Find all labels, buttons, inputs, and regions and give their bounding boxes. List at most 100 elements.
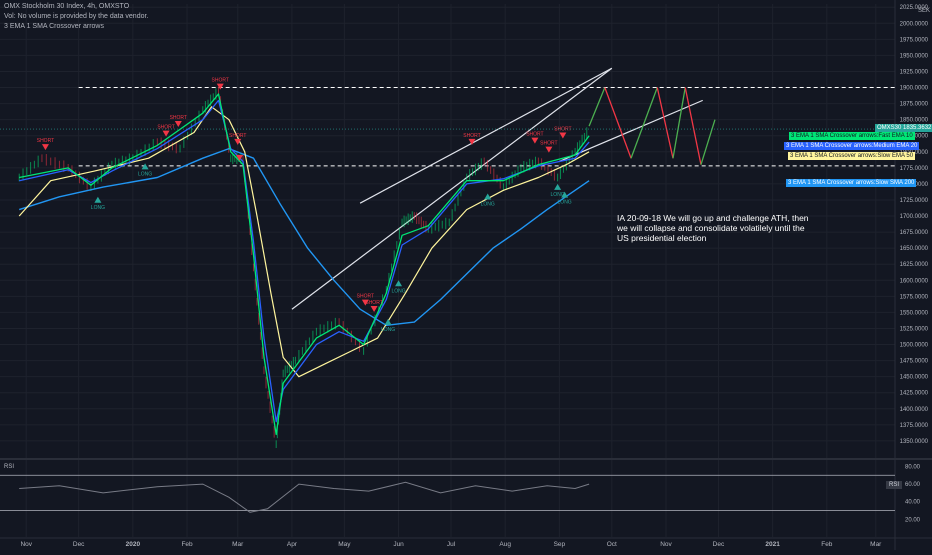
- y-tick-label: 1875.0000: [900, 102, 929, 108]
- buy-arrow: [384, 318, 392, 325]
- sell-label: SHORT: [170, 115, 187, 121]
- x-tick-label: Dec: [713, 541, 725, 548]
- y-tick-label: 1850.0000: [900, 118, 929, 124]
- sell-arrow: [531, 137, 539, 144]
- sell-label: SHORT: [365, 300, 382, 306]
- x-tick-label: Jun: [393, 541, 404, 548]
- channel-trend-line: [291, 67, 613, 310]
- x-tick-label: Dec: [73, 541, 85, 548]
- sell-label: SHORT: [229, 133, 246, 139]
- current-price-value: 1835.3632: [903, 125, 932, 131]
- rsi-tick-label: 20.00: [905, 517, 921, 523]
- legend-slow-ema: 3 EMA 1 SMA Crossover arrows:Slow EMA 50: [788, 152, 916, 160]
- buy-signal: LONG: [381, 318, 395, 333]
- projection-segment: [672, 87, 686, 159]
- rsi-badge: RSI: [886, 481, 903, 489]
- y-tick-label: 1550.0000: [900, 310, 929, 316]
- projection-segment: [684, 87, 702, 165]
- x-tick-label: Sep: [554, 541, 566, 548]
- y-tick-label: 1500.0000: [900, 343, 929, 349]
- y-tick-label: 1950.0000: [900, 53, 929, 59]
- sell-signal: SHORT: [37, 138, 54, 151]
- x-tick-label: Oct: [607, 541, 617, 548]
- buy-label: LONG: [391, 288, 405, 294]
- grid-lines: [0, 4, 895, 537]
- x-tick-label: May: [338, 541, 351, 548]
- sell-arrow: [41, 144, 49, 151]
- x-tick-label: Feb: [181, 541, 193, 548]
- y-tick-label: 1475.0000: [900, 359, 929, 365]
- y-tick-label: 1900.0000: [900, 86, 929, 92]
- sell-signal: SHORT: [229, 133, 246, 145]
- y-tick-label: 1700.0000: [900, 214, 929, 220]
- x-tick-label: Aug: [499, 541, 511, 548]
- price-candles: [18, 86, 588, 449]
- y-tick-label: 1400.0000: [900, 407, 929, 413]
- buy-arrow: [554, 183, 562, 190]
- sell-signal: SHORT: [463, 133, 481, 145]
- buy-label: LONG: [558, 200, 572, 206]
- x-tick-label: Nov: [20, 541, 32, 548]
- sell-label: SHORT: [37, 138, 54, 144]
- buy-label: LONG: [91, 205, 105, 211]
- buy-label: LONG: [381, 327, 395, 333]
- sell-arrow: [370, 306, 378, 312]
- y-tick-label: 1450.0000: [900, 375, 929, 381]
- legend-slow-sma: 3 EMA 1 SMA Crossover arrows:Slow SMA 20…: [786, 179, 917, 187]
- rsi-tick-label: 40.00: [905, 500, 921, 506]
- volume-note: Vol: No volume is provided by the data v…: [4, 13, 149, 20]
- rsi-tick-label: 80.00: [905, 464, 921, 470]
- sell-signal: SHORT: [554, 127, 572, 139]
- y-tick-label: 1675.0000: [900, 230, 929, 236]
- buy-arrow: [484, 193, 492, 200]
- y-axis-ticks: SEK2025.00002000.00001975.00001950.00001…: [900, 5, 930, 445]
- y-tick-label: 1600.0000: [900, 278, 929, 284]
- y-tick-label: 2025.0000: [900, 5, 929, 11]
- analysis-annotation: IA 20-09-18 We will go up and challenge …: [617, 213, 809, 243]
- projection-segment: [656, 87, 674, 159]
- x-axis-ticks: Nov Dec 2020 Feb Mar Apr May Jun Jul Aug Sep Oct Nov…: [20, 541, 882, 548]
- y-tick-label: 1350.0000: [900, 439, 929, 445]
- y-tick-label: 2000.0000: [900, 21, 929, 27]
- buy-label: LONG: [138, 171, 152, 177]
- legend-medium-ema: 3 EMA 1 SMA Crossover arrows:Medium EMA …: [784, 142, 920, 150]
- sell-label: SHORT: [357, 294, 374, 300]
- projection-segment: [588, 87, 606, 127]
- x-tick-label: 2021: [765, 541, 780, 548]
- buy-signal: LONG: [91, 196, 105, 211]
- indicator-name[interactable]: 3 EMA 1 SMA Crossover arrows: [4, 23, 104, 30]
- current-price-badge: OMXS30 1835.3632: [875, 124, 932, 132]
- sell-signal: SHORT: [540, 141, 558, 153]
- x-tick-label: Apr: [287, 541, 298, 548]
- x-tick-label: Mar: [870, 541, 882, 548]
- sell-label: SHORT: [554, 127, 571, 133]
- y-tick-label: 1625.0000: [900, 262, 929, 268]
- price-chart[interactable]: SEK2025.00002000.00001975.00001950.00001…: [0, 0, 932, 550]
- sell-arrow: [216, 83, 224, 90]
- y-tick-label: 1425.0000: [900, 391, 929, 397]
- buy-arrow: [395, 280, 403, 287]
- rsi-tick-label: 60.00: [905, 482, 921, 488]
- x-tick-label: 2020: [126, 541, 141, 548]
- sell-label: SHORT: [212, 78, 229, 84]
- x-tick-label: Jul: [447, 541, 456, 548]
- y-tick-label: 1925.0000: [900, 69, 929, 75]
- current-price-symbol: OMXS30: [877, 125, 902, 131]
- chart-title: OMX Stockholm 30 Index, 4h, OMXSTO: [4, 3, 130, 10]
- legend-fast-ema: 3 EMA 1 SMA Crossover arrows:Fast EMA 10: [789, 132, 915, 140]
- y-tick-label: 1375.0000: [900, 423, 929, 429]
- y-tick-label: 1650.0000: [900, 246, 929, 252]
- projection-segment: [630, 87, 658, 159]
- projection-segment: [604, 87, 632, 159]
- sell-label: SHORT: [463, 133, 480, 139]
- sell-label: SHORT: [540, 141, 557, 147]
- y-tick-label: 1725.0000: [900, 198, 929, 204]
- sell-label: SHORT: [526, 132, 543, 138]
- y-tick-label: 1525.0000: [900, 326, 929, 332]
- rsi-pane-title: RSI: [4, 464, 14, 470]
- x-tick-label: Mar: [232, 541, 244, 548]
- sell-arrow: [174, 120, 182, 127]
- buy-label: LONG: [481, 202, 495, 208]
- y-tick-label: 1575.0000: [900, 294, 929, 300]
- chart-root: SEK 2025.0000 2000.0000 1975.0000 1950.0000 1…: [0, 0, 932, 550]
